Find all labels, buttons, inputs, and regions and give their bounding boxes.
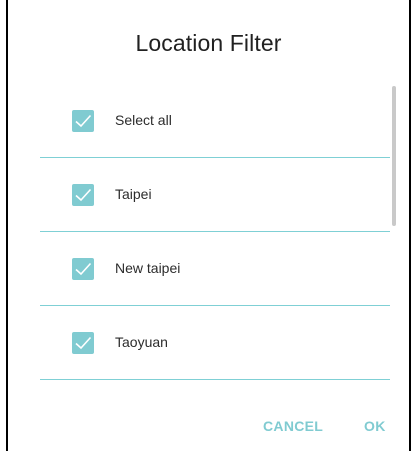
check-icon [75,188,92,202]
list-item-label: New taipei [115,260,181,276]
check-icon [75,262,92,276]
divider [40,379,390,380]
new-taipei-checkbox[interactable] [72,258,94,280]
list-scrollbar[interactable] [392,86,396,226]
list-item-taoyuan[interactable]: Taoyuan [40,306,409,380]
list-item-label: Select all [115,112,172,128]
list-item-select-all[interactable]: Select all [40,84,409,158]
select-all-checkbox[interactable] [72,110,94,132]
check-icon [75,114,92,128]
list-item-taipei[interactable]: Taipei [40,158,409,232]
taipei-checkbox[interactable] [72,184,94,206]
taoyuan-checkbox[interactable] [72,332,94,354]
cancel-button[interactable]: CANCEL [263,418,323,434]
window-edge-right [409,0,411,451]
dialog-title: Location Filter [135,30,282,56]
dialog-actions: CANCEL OK [8,410,409,440]
location-filter-dialog: Location Filter Select all Taipei New ta… [8,0,409,451]
list-item-label: Taoyuan [115,334,168,350]
screen: Location Filter Select all Taipei New ta… [0,0,417,451]
location-list: Select all Taipei New taipei Taoyuan [8,84,409,380]
list-item-label: Taipei [115,186,152,202]
list-item-new-taipei[interactable]: New taipei [40,232,409,306]
ok-button[interactable]: OK [364,418,386,434]
check-icon [75,336,92,350]
